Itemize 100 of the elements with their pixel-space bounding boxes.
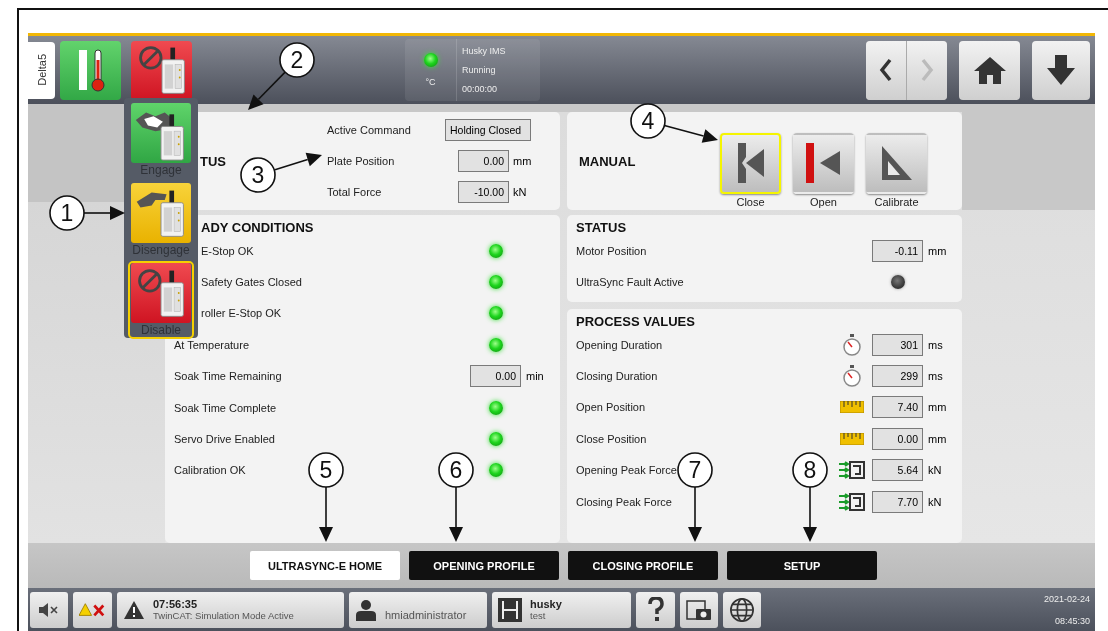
value-field: 301 [872,333,923,356]
value-field: 7.70 [872,490,923,513]
condition-label: Safety Gates Closed [200,276,302,289]
download-button[interactable] [1032,40,1090,100]
project-button[interactable]: husky test [492,591,631,628]
condition-label: UltraSync Fault Active [576,276,684,289]
time-text: 08:45:30 [1054,615,1090,626]
ruler-icon [840,432,864,445]
condition-label: Closing Peak Force [576,495,672,508]
force-icon [839,492,865,511]
status-text: Running [462,65,497,75]
language-button[interactable] [723,591,761,628]
home-icon [972,55,1007,85]
condition-label: Calibration OK [174,464,246,477]
muted-speaker-icon [38,602,60,617]
force-icon [839,461,865,480]
home-button[interactable] [959,40,1020,100]
back-button[interactable] [866,40,906,100]
panel-title: TUS [199,153,227,169]
close-button[interactable] [720,132,781,194]
button-caption: Calibrate [874,195,919,208]
stopwatch-icon [842,333,862,356]
unit-label: kN [927,495,943,508]
disable-button[interactable] [131,40,192,100]
open-button[interactable] [793,132,854,194]
user-icon [355,598,377,621]
callout: 4 [630,103,718,143]
condition-label: Closing Duration [576,370,658,383]
value-field: -0.11 [872,239,923,262]
temperature-button[interactable] [60,40,121,100]
unit-label: mm [927,432,948,445]
value-field: 0.00 [470,365,521,388]
value-field: 0.00 [458,150,509,172]
screenshot-button[interactable] [680,591,718,628]
mute-button[interactable] [30,591,68,628]
machine-tab[interactable]: Delta5 [28,41,55,99]
value-field: -10.00 [458,181,509,204]
button-caption: Open [810,195,837,208]
acknowledge-alarms-button[interactable] [73,591,112,628]
condition-label: Servo Drive Enabled [174,433,275,446]
value-field: 0.00 [872,427,923,450]
close-plate-icon [735,143,766,183]
project-logo-icon [498,597,522,622]
callout: 5 [308,452,344,542]
callout: 8 [792,452,828,542]
condition-label: Opening Duration [576,338,663,351]
question-mark-icon [647,596,664,623]
open-plate-icon [805,143,842,183]
field-label: Active Command [327,123,412,136]
callout: 7 [677,452,713,542]
date-text: 2021-02-24 [1043,593,1090,604]
stopwatch-icon [842,365,862,388]
help-button[interactable] [636,591,675,628]
alarm-button[interactable]: 07:56:35 TwinCAT: Simulation Mode Active [117,591,344,628]
panel-title: STATUS [576,221,628,235]
condition-label: Opening Peak Force [576,464,677,477]
unit-label: ms [927,370,944,383]
field-label: Plate Position [327,155,396,167]
panel-title: ADY CONDITIONS [200,221,315,235]
value-field: 5.64 [872,459,923,482]
condition-label: Soak Time Remaining [174,370,282,383]
unit-label: kN [512,186,528,199]
status-text: Husky IMS [462,46,506,57]
panel-title: MANUAL [578,153,637,169]
callout: 2 [248,42,315,110]
down-arrow-icon [1046,54,1076,86]
globe-icon [729,595,755,624]
field-label: Total Force [327,186,383,199]
page-tab[interactable]: CLOSING PROFILE [568,551,718,580]
page-tab[interactable]: ULTRASYNC-E HOME [250,551,400,580]
ruler-icon [840,401,864,414]
unit-label: kN [927,464,943,477]
warning-cross-icon [79,601,106,618]
condition-label: Open Position [576,401,646,414]
warning-icon [123,599,145,620]
button-caption: Close [736,195,765,208]
panel-title: PROCESS VALUES [576,315,696,329]
unit-label: mm [512,155,533,167]
unit-label: min [525,370,545,383]
page-tab[interactable]: OPENING PROFILE [409,551,559,580]
page-tab[interactable]: SETUP [727,551,877,580]
unit-label: ms [927,338,944,351]
chevron-left-icon [879,58,893,82]
chevron-right-icon [920,58,934,82]
callout: 3 [240,152,322,193]
unit-label: mm [927,244,948,257]
status-text: 00:00:00 [462,83,499,94]
value-field: 299 [872,365,923,388]
condition-label: Close Position [576,432,647,445]
camera-icon [686,597,712,622]
condition-label: Motor Position [576,244,647,257]
unit-label: mm [927,401,948,414]
condition-label: Soak Time Complete [174,401,277,414]
condition-label: At Temperature [174,338,249,351]
user-button[interactable]: hmiadministrator [349,591,487,628]
value-field: 7.40 [872,396,923,419]
callout: 6 [438,452,474,542]
callout: 1 [49,195,125,231]
calibrate-button[interactable] [866,132,927,194]
machine-status-box: °C Husky IMS Running 00:00:00 [405,39,540,101]
